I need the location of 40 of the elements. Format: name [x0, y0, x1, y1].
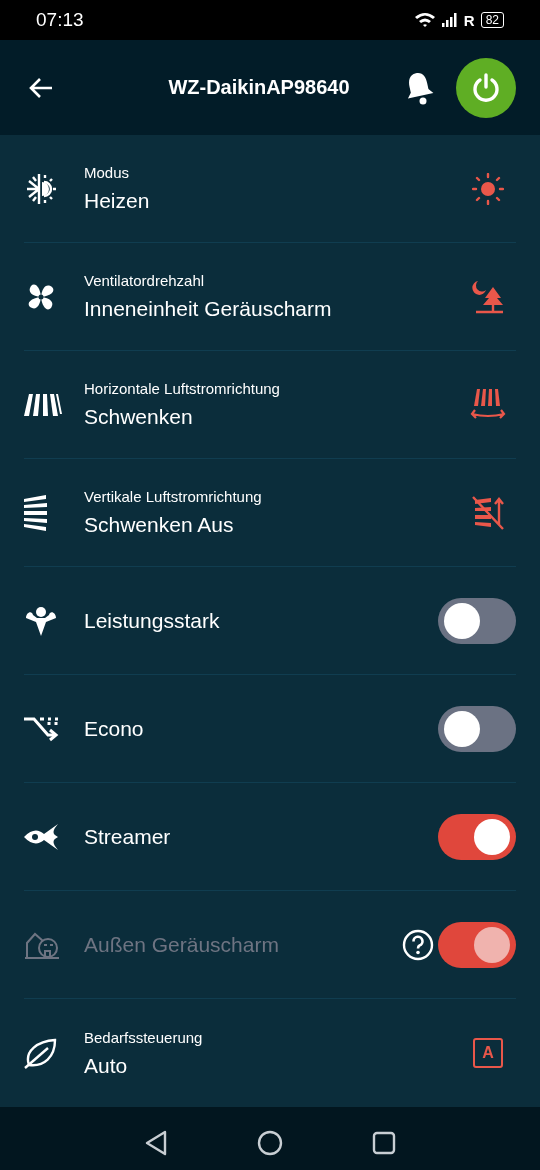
setting-value[interactable]: Heizen [84, 189, 468, 213]
setting-label: Modus [84, 164, 131, 181]
battery-level: 82 [480, 12, 504, 28]
recents-nav-icon[interactable] [371, 1131, 396, 1155]
toggle-switch[interactable] [438, 705, 516, 752]
status-time: 07:13 [36, 9, 84, 31]
streamer-icon [24, 822, 60, 851]
toggle-switch[interactable] [438, 597, 516, 644]
muscle-icon [24, 605, 58, 636]
setting-label: Leistungsstark [84, 608, 221, 633]
device-title: WZ-DaikinAP98640 [167, 76, 351, 99]
back-arrow-icon[interactable] [28, 76, 54, 99]
home-nav-icon[interactable] [257, 1130, 283, 1156]
roaming-indicator: R [463, 11, 475, 29]
setting-label: Außen Geräuscharm [84, 932, 280, 957]
setting-label: Econo [84, 716, 145, 741]
louver-icon [24, 494, 48, 531]
wifi-icon [413, 12, 436, 28]
auto-mode-icon[interactable]: A [473, 1038, 503, 1068]
sun-icon[interactable] [472, 172, 504, 205]
power-icon [470, 71, 502, 104]
louver-icon [24, 392, 62, 417]
back-nav-icon[interactable] [144, 1130, 169, 1156]
louver-off-icon[interactable] [471, 494, 505, 531]
setting-label: Vertikale Luftstromrichtung [84, 488, 263, 505]
setting-value[interactable]: Schwenken Aus [84, 513, 468, 537]
setting-value[interactable]: Auto [84, 1053, 468, 1078]
setting-label: Ventilatordrehzahl [84, 272, 206, 289]
snowflake-sun-icon [24, 171, 58, 206]
moon-tree-icon[interactable] [472, 279, 504, 314]
toggle-switch[interactable] [438, 813, 516, 860]
branch-arrow-icon [24, 715, 60, 742]
setting-label: Bedarfssteuerung [84, 1028, 204, 1046]
leaf-icon [24, 1037, 58, 1069]
setting-label: Streamer [84, 824, 172, 849]
signal-icon [441, 13, 458, 27]
outdoor-unit-icon [24, 930, 60, 959]
setting-value[interactable]: Inneneinheit Geräuscharm [84, 297, 468, 321]
setting-value[interactable]: Schwenken [84, 405, 468, 429]
setting-label: Horizontale Luftstromrichtung [84, 380, 281, 397]
